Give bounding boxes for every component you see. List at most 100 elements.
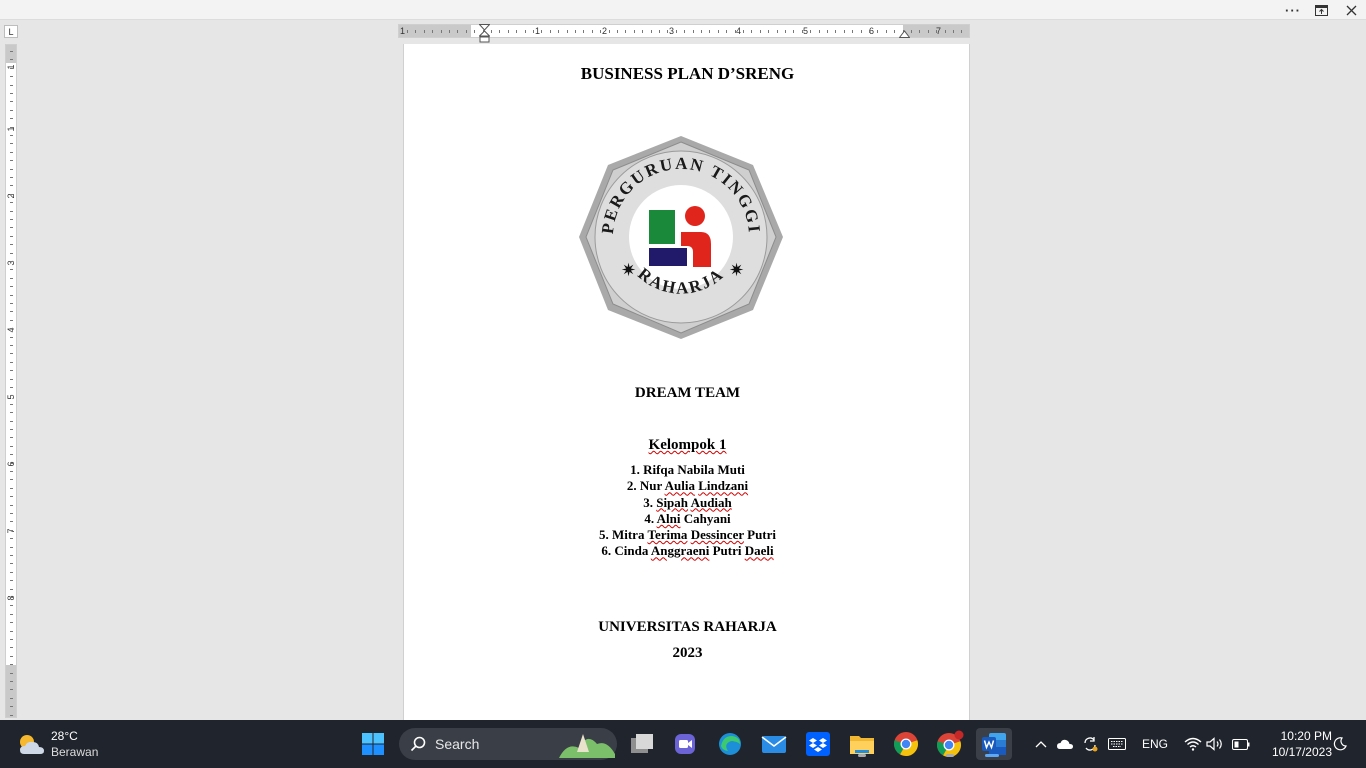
ruler-tick (10, 345, 13, 346)
task-view-icon (631, 734, 653, 753)
ruler-tick (625, 30, 627, 33)
ruler-tick (10, 479, 13, 481)
language-indicator[interactable]: ENG (1138, 720, 1172, 768)
ruler-tick (10, 177, 13, 178)
mail-button[interactable] (758, 728, 790, 760)
indent-marker-icon[interactable] (479, 24, 490, 44)
onedrive-button[interactable] (1055, 720, 1075, 768)
ruler-tick (10, 630, 13, 632)
word-button[interactable] (976, 728, 1012, 760)
list-item: 3. Sipah Audiah (643, 494, 732, 510)
team-heading[interactable]: DREAM TEAM (404, 385, 971, 402)
ruler-tick (642, 30, 644, 33)
ruler-tick (10, 689, 13, 691)
ruler-tick (801, 30, 803, 33)
ruler-tick (701, 30, 702, 33)
ruler-number: 1 (400, 26, 406, 36)
weather-widget[interactable]: 28°C Berawan (14, 726, 124, 762)
ruler-tick (818, 30, 820, 33)
document-title[interactable]: BUSINESS PLAN D’SRENG (404, 64, 971, 84)
restore-button[interactable] (1307, 0, 1335, 20)
clock-time: 10:20 PM (1280, 729, 1332, 743)
wifi-icon (1184, 737, 1202, 751)
ruler-tick (10, 513, 13, 514)
dropbox-button[interactable] (802, 728, 834, 760)
ruler-tick (10, 160, 13, 162)
chrome-profile-button[interactable] (934, 728, 966, 760)
document-page[interactable]: BUSINESS PLAN D’SRENG PERGURUAN TINGGI R… (403, 44, 970, 720)
ruler-tick (10, 126, 13, 128)
ruler-tick (743, 30, 744, 33)
ruler-tick (10, 109, 13, 111)
university-logo: PERGURUAN TINGGI RAHARJA ✷ ✷ (579, 136, 783, 339)
document-year[interactable]: 2023 (404, 645, 971, 662)
vertical-ruler[interactable]: 1 1 2 3 4 5 6 7 8 (5, 44, 17, 718)
ruler-tick (617, 30, 618, 33)
ruler-number: 3 (6, 260, 16, 266)
sync-button[interactable] (1080, 720, 1100, 768)
show-hidden-icons-button[interactable] (1031, 720, 1051, 768)
ruler-tick (759, 30, 761, 33)
ruler-tick (793, 30, 795, 33)
ruler-tick (10, 67, 13, 69)
start-button[interactable] (357, 728, 389, 760)
ruler-tick (583, 30, 585, 33)
ruler-tick (10, 193, 13, 195)
ruler-number: 4 (6, 327, 16, 333)
taskbar-search-box[interactable]: Search (399, 728, 617, 760)
ruler-tick (440, 30, 442, 33)
horizontal-ruler[interactable]: 1 1 2 3 4 5 6 7 (398, 24, 970, 43)
file-explorer-button[interactable] (846, 728, 878, 760)
clock[interactable]: 10:20 PM 10/17/2023 (1258, 728, 1332, 760)
more-options-button[interactable]: ··· (1279, 0, 1307, 20)
ruler-number: 5 (803, 26, 809, 36)
ruler-tick (835, 30, 837, 33)
ruler-tick (10, 261, 13, 262)
edge-button[interactable] (714, 728, 746, 760)
ruler-tick (10, 244, 13, 246)
task-view-button[interactable] (626, 728, 658, 760)
university-name[interactable]: UNIVERSITAS RAHARJA (404, 619, 971, 636)
notifications-button[interactable] (1332, 720, 1348, 768)
ruler-tick (633, 30, 635, 33)
list-item: 6. Cinda Anggraeni Putri Daeli (601, 543, 774, 559)
ruler-tick (10, 101, 13, 103)
chrome-button[interactable] (890, 728, 922, 760)
ruler-tick (591, 30, 593, 33)
list-item: 5. Mitra Terima Dessincer Putri (598, 527, 777, 543)
ruler-tick (575, 30, 576, 33)
ruler-tick (10, 328, 13, 330)
ruler-tick (10, 403, 13, 405)
edge-icon (719, 733, 741, 755)
ruler-tick (885, 30, 887, 33)
group-heading[interactable]: Kelompok 1 (404, 437, 971, 454)
ruler-tick (10, 504, 13, 506)
ruler-tick (10, 555, 13, 556)
ruler-tick (10, 378, 13, 380)
ruler-tick (10, 361, 13, 363)
member-list[interactable]: 1. Rifqa Nabila Muti 2. Nur Aulia Lindza… (404, 462, 971, 560)
ruler-tick (10, 252, 13, 254)
ruler-tick (10, 202, 13, 204)
ruler-tick (650, 30, 652, 33)
volume-button[interactable] (1205, 720, 1225, 768)
close-button[interactable] (1337, 0, 1365, 20)
moon-icon (1333, 737, 1347, 751)
ruler-tick (541, 30, 543, 33)
window-title-strip: ··· (0, 0, 1366, 20)
wifi-button[interactable] (1183, 720, 1203, 768)
ruler-tick (10, 93, 13, 94)
right-indent-marker-icon[interactable] (899, 30, 910, 38)
tab-selector-button[interactable]: L (4, 25, 18, 38)
ruler-tick (10, 613, 13, 615)
keyboard-button[interactable] (1106, 720, 1128, 768)
ruler-tick (10, 529, 13, 531)
ruler-tick (810, 30, 812, 33)
ruler-tick (10, 563, 13, 565)
meet-button[interactable] (669, 728, 701, 760)
clock-date: 10/17/2023 (1271, 745, 1332, 759)
battery-button[interactable] (1230, 720, 1252, 768)
ruler-tick (751, 30, 753, 33)
weather-condition: Berawan (51, 745, 99, 759)
ruler-tick (911, 30, 912, 33)
